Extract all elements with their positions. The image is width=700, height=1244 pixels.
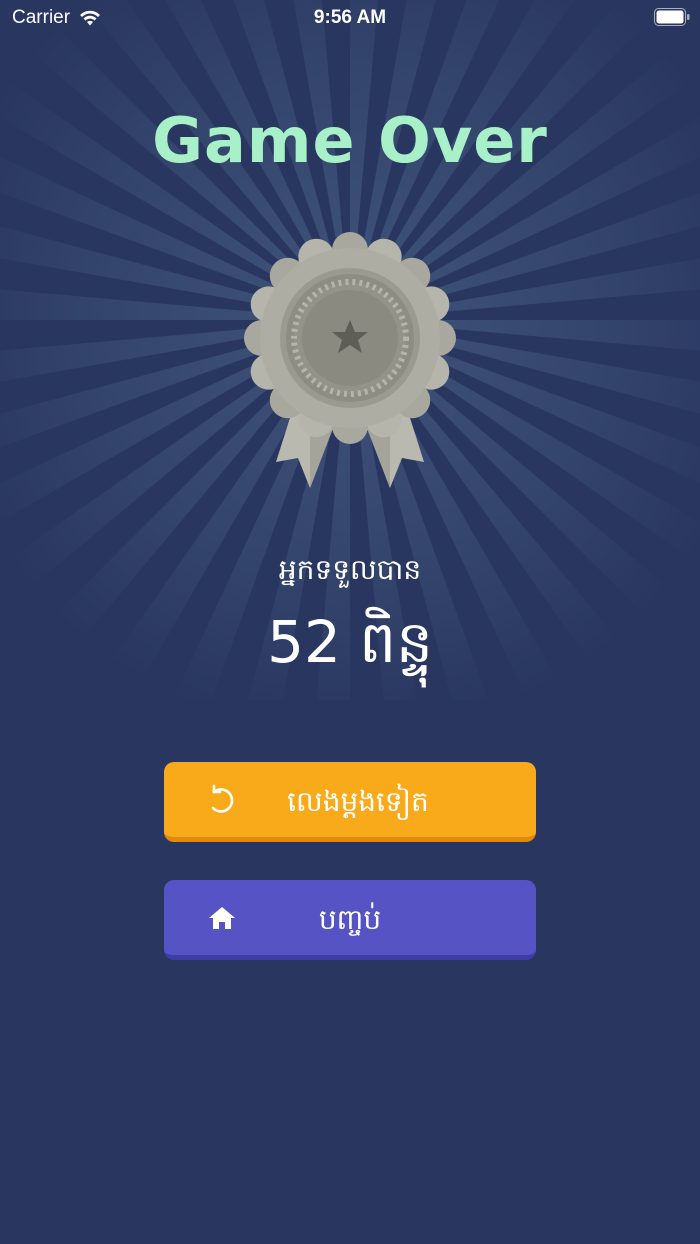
game-over-screen: Carrier 9:56 AM Game Over អ្នកទទួលបាន 52 bbox=[0, 0, 700, 1244]
play-again-label: លេងម្តងទៀត bbox=[287, 785, 429, 818]
score-value: 52 ពិន្ទុ bbox=[267, 608, 433, 676]
clock: 9:56 AM bbox=[313, 7, 387, 28]
game-over-title: Game Over bbox=[152, 104, 548, 177]
silver-medal-icon bbox=[244, 232, 456, 488]
play-again-button[interactable]: លេងម្តងទៀត bbox=[164, 762, 536, 842]
quit-label: បញ្ចប់ bbox=[318, 903, 382, 936]
quit-button[interactable]: បញ្ចប់ bbox=[164, 880, 536, 960]
battery-icon bbox=[654, 8, 690, 26]
status-bar: Carrier 9:56 AM bbox=[0, 0, 700, 36]
earned-label: អ្នកទទួលបាន bbox=[278, 553, 422, 586]
